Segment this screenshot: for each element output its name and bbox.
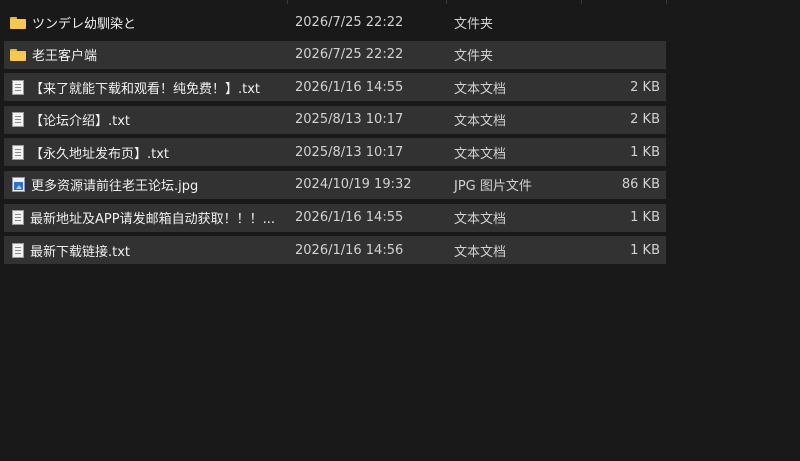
file-row[interactable]: ツンデレ幼馴染と 2026/7/25 22:22 文件夹 [4, 8, 666, 36]
file-size: 1 KB [630, 242, 660, 258]
folder-icon [10, 49, 26, 62]
file-date: 2024/10/19 19:32 [295, 177, 412, 193]
file-name-cell: 【永久地址发布页】.txt [10, 143, 290, 162]
file-row[interactable]: 老王客户端 2026/7/25 22:22 文件夹 [4, 40, 666, 69]
file-row[interactable]: 更多资源请前往老王论坛.jpg 2024/10/19 19:32 JPG 图片文… [4, 170, 666, 199]
file-type: JPG 图片文件 [454, 179, 532, 195]
text-document-icon [12, 242, 24, 258]
file-type: 文本文档 [454, 244, 507, 260]
file-row[interactable]: 【永久地址发布页】.txt 2025/8/13 10:17 文本文档 1 KB [4, 138, 666, 167]
file-name: 更多资源请前往老王论坛.jpg [31, 179, 199, 195]
text-document-icon [12, 79, 24, 95]
file-size: 2 KB [630, 112, 660, 128]
text-document-icon [12, 112, 24, 128]
column-divider[interactable] [446, 0, 447, 4]
file-date: 2025/8/13 10:17 [295, 112, 404, 128]
file-name: 【永久地址发布页】.txt [30, 146, 170, 162]
file-name-cell: 老王客户端 [10, 45, 290, 64]
column-divider[interactable] [287, 0, 288, 4]
file-date: 2025/8/13 10:17 [295, 144, 404, 160]
file-name-cell: ツンデレ幼馴染と [10, 13, 290, 32]
file-name-cell: 【论坛介绍】.txt [10, 110, 290, 129]
file-name: 最新下载链接.txt [30, 244, 131, 260]
image-file-icon [12, 177, 25, 193]
folder-icon [10, 16, 26, 29]
file-name-cell: 最新下载链接.txt [10, 241, 290, 260]
file-list: ツンデレ幼馴染と 2026/7/25 22:22 文件夹 老王客户端 2026/… [4, 8, 666, 269]
file-name: 最新地址及APP请发邮箱自动获取！！！... [30, 212, 275, 228]
file-name-cell: 最新地址及APP请发邮箱自动获取！！！... [10, 208, 290, 227]
file-type: 文本文档 [454, 81, 507, 97]
file-name-cell: 【来了就能下载和观看！纯免费！】.txt [10, 78, 290, 97]
file-row[interactable]: 最新地址及APP请发邮箱自动获取！！！... 2026/1/16 14:55 文… [4, 203, 666, 232]
text-document-icon [12, 144, 24, 160]
file-name: 【论坛介绍】.txt [30, 114, 131, 130]
file-size: 1 KB [630, 210, 660, 226]
file-name: 【来了就能下载和观看！纯免费！】.txt [30, 81, 261, 97]
file-size: 2 KB [630, 79, 660, 95]
file-date: 2026/1/16 14:55 [295, 79, 404, 95]
file-type: 文本文档 [454, 212, 507, 228]
column-divider[interactable] [666, 0, 667, 4]
file-size: 1 KB [630, 144, 660, 160]
file-type: 文本文档 [454, 146, 507, 162]
text-document-icon [12, 210, 24, 226]
file-row[interactable]: 【来了就能下载和观看！纯免费！】.txt 2026/1/16 14:55 文本文… [4, 73, 666, 102]
file-date: 2026/1/16 14:55 [295, 210, 404, 226]
file-name: ツンデレ幼馴染と [32, 16, 137, 32]
file-name: 老王客户端 [32, 49, 98, 65]
file-date: 2026/1/16 14:56 [295, 242, 404, 258]
file-type: 文本文档 [454, 114, 507, 130]
file-type: 文件夹 [454, 49, 494, 65]
file-row[interactable]: 【论坛介绍】.txt 2025/8/13 10:17 文本文档 2 KB [4, 105, 666, 134]
column-divider[interactable] [581, 0, 582, 4]
file-type: 文件夹 [454, 16, 494, 32]
file-name-cell: 更多资源请前往老王论坛.jpg [10, 175, 290, 194]
file-row[interactable]: 最新下载链接.txt 2026/1/16 14:56 文本文档 1 KB [4, 236, 666, 265]
file-date: 2026/7/25 22:22 [295, 14, 404, 30]
file-size: 86 KB [621, 177, 660, 193]
file-date: 2026/7/25 22:22 [295, 47, 404, 63]
column-dividers [0, 0, 800, 4]
